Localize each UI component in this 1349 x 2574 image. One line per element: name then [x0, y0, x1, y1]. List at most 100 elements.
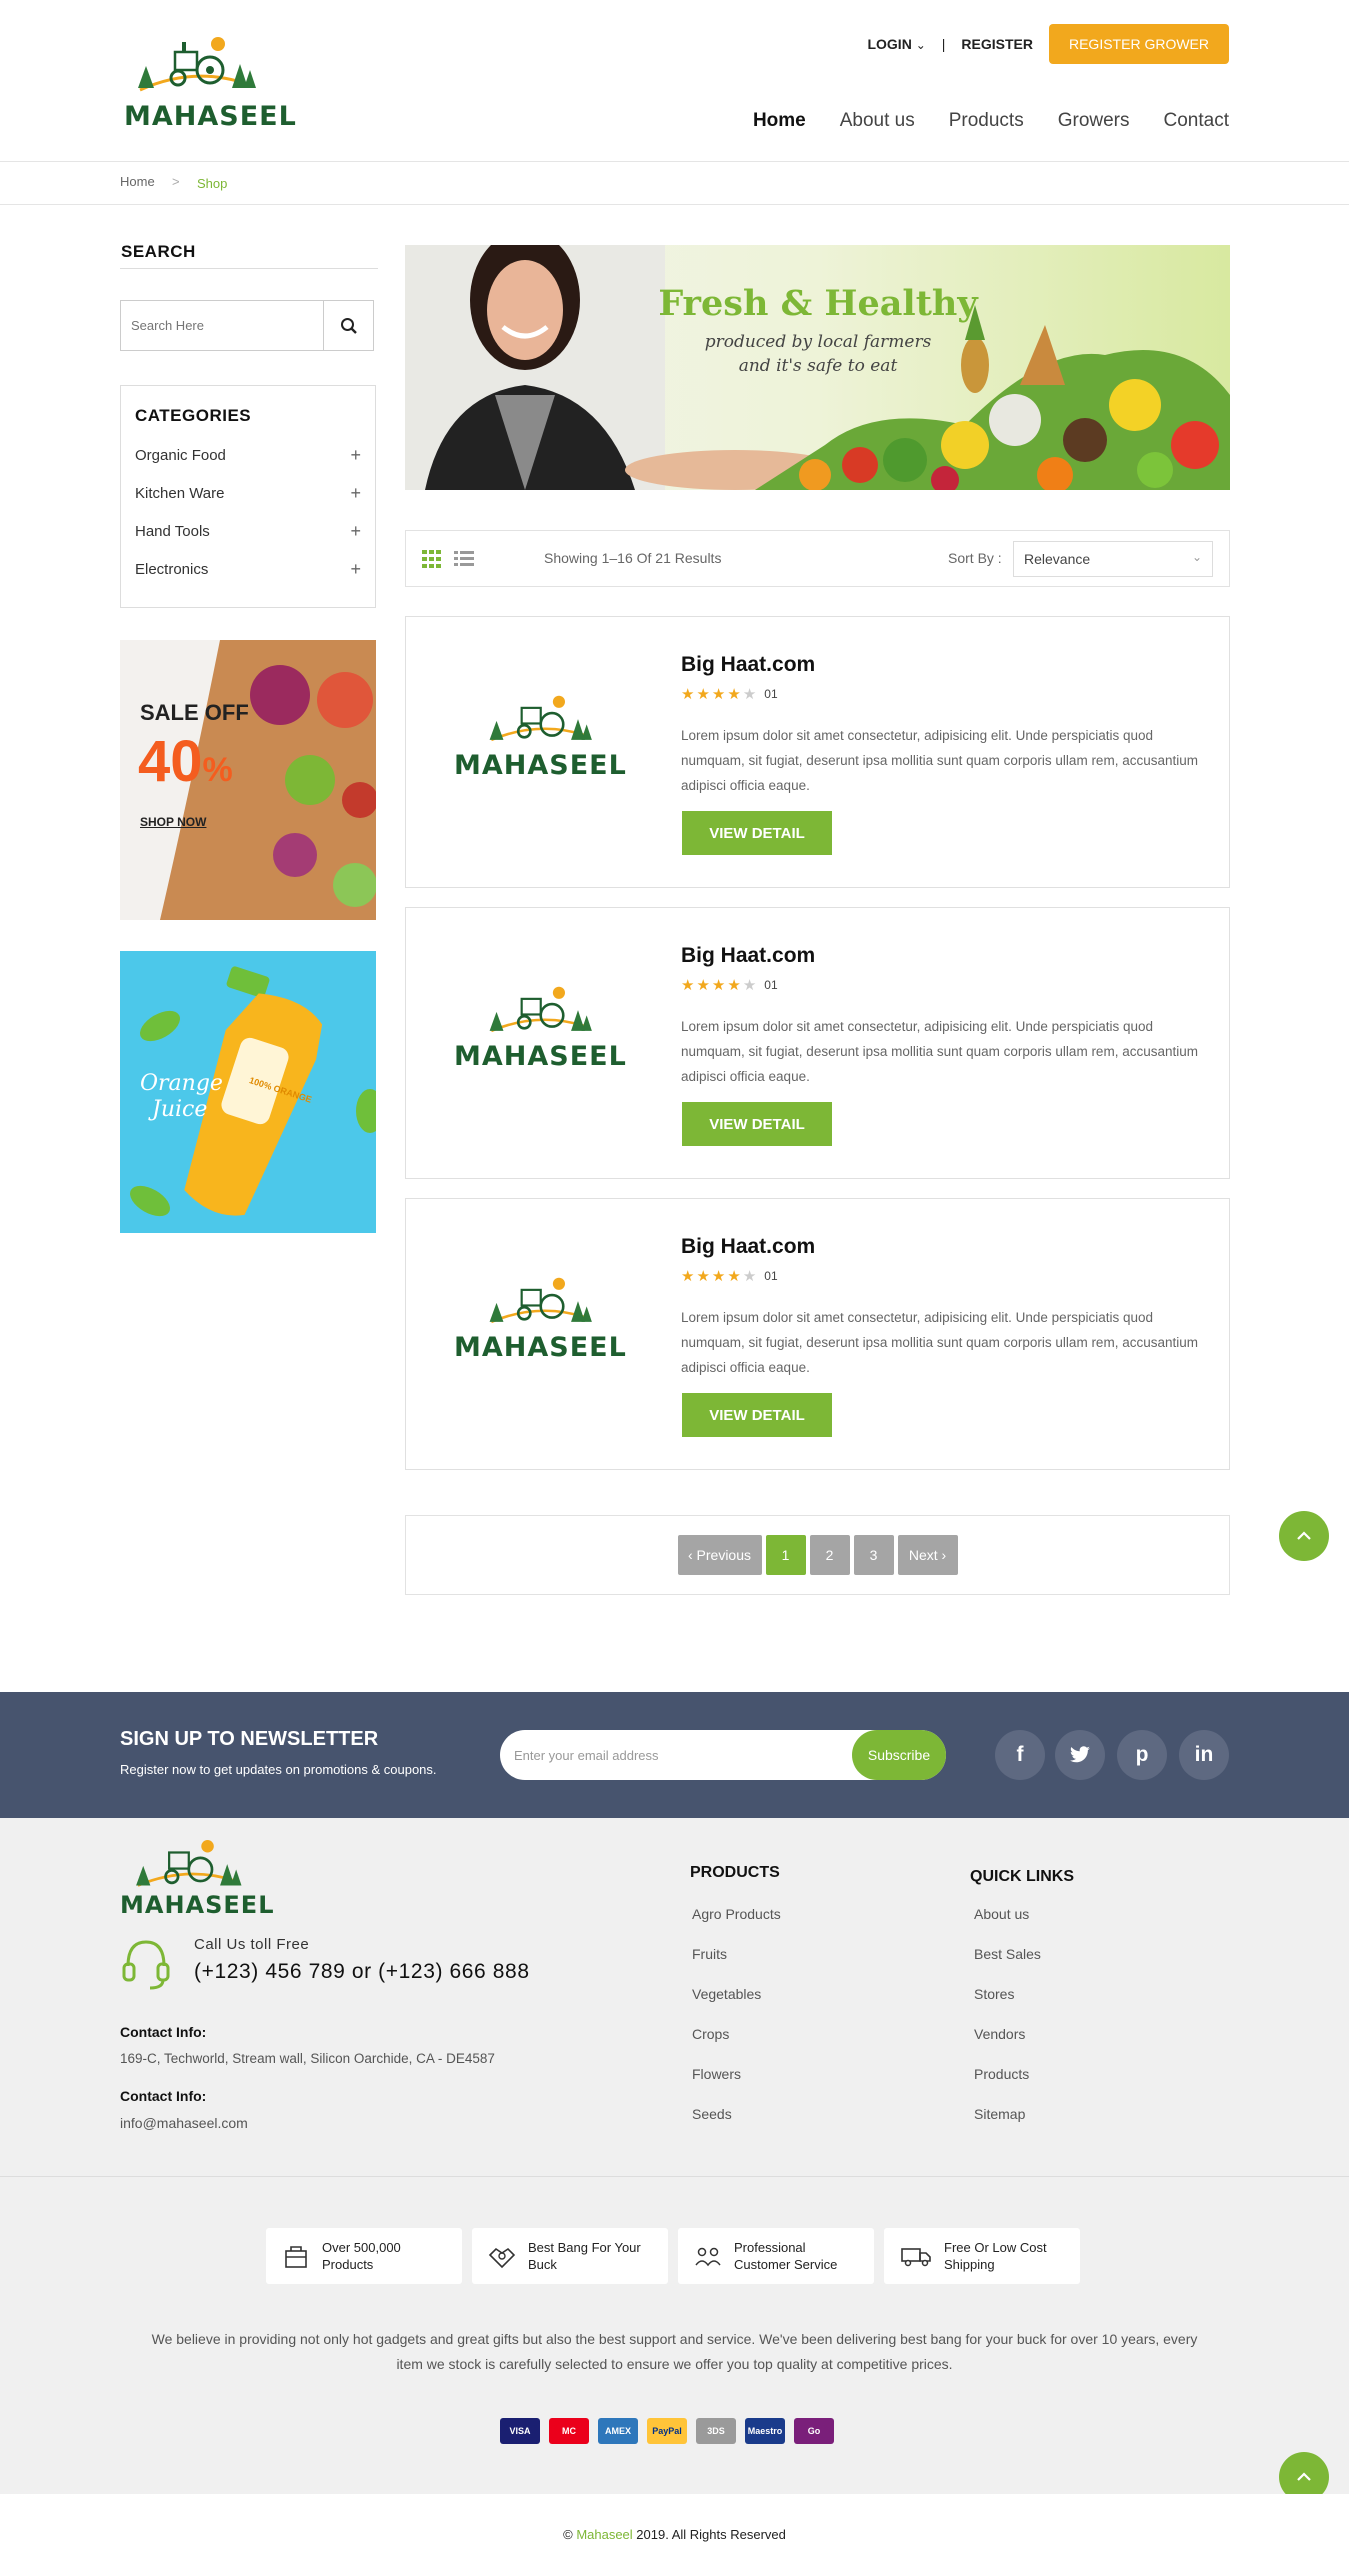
- view-detail-button[interactable]: VIEW DETAIL: [682, 811, 832, 855]
- login-link[interactable]: LOGIN ⌄: [867, 36, 925, 52]
- logo-wordmark: MAHASEEL: [454, 1332, 627, 1363]
- listing-title[interactable]: Big Haat.com: [681, 1235, 815, 1259]
- headset-icon: [122, 1940, 170, 1990]
- breadcrumb-separator: >: [172, 174, 180, 189]
- quick-links-heading: QUICK LINKS: [970, 1868, 1074, 1885]
- copyright-brand-link[interactable]: Mahaseel: [576, 2527, 632, 2542]
- next-page-button[interactable]: Next ›: [897, 1535, 958, 1575]
- category-hand-tools[interactable]: Hand Tools +: [135, 512, 361, 550]
- site-header: MAHASEEL LOGIN ⌄ | REGISTER REGISTER GRO…: [0, 0, 1349, 162]
- listing-card: MAHASEEL Big Haat.com ★ ★ ★ ★ ★ 01 Lorem ipsum d…: [405, 907, 1230, 1179]
- star-icon: ★: [727, 977, 743, 994]
- listing-title[interactable]: Big Haat.com: [681, 653, 815, 677]
- page-3-button[interactable]: 3: [853, 1535, 894, 1575]
- footer-link[interactable]: About us: [974, 1906, 1041, 1946]
- sort-select[interactable]: Relevance ⌄: [1013, 541, 1213, 577]
- star-icon: ★: [681, 686, 697, 703]
- listing-logo[interactable]: MAHASEEL: [454, 980, 626, 1072]
- footer-link[interactable]: Sitemap: [974, 2106, 1041, 2146]
- shop-now-link[interactable]: SHOP NOW: [140, 815, 206, 829]
- plus-icon[interactable]: +: [350, 559, 361, 580]
- footer-link[interactable]: Crops: [692, 2026, 781, 2066]
- nav-products[interactable]: Products: [949, 110, 1024, 132]
- listing-logo[interactable]: MAHASEEL: [454, 689, 626, 781]
- twitter-icon[interactable]: [1055, 1730, 1105, 1780]
- star-icon: ★: [681, 1268, 697, 1285]
- logo-wordmark: MAHASEEL: [124, 101, 297, 132]
- footer-link[interactable]: Seeds: [692, 2106, 781, 2146]
- listing-title[interactable]: Big Haat.com: [681, 944, 815, 968]
- search-input[interactable]: [121, 301, 323, 350]
- feature-text: Over 500,000 Products: [322, 2240, 401, 2272]
- products-links: Agro Products Fruits Vegetables Crops Fl…: [692, 1906, 781, 2146]
- subscribe-button[interactable]: Subscribe: [852, 1730, 946, 1780]
- view-detail-button[interactable]: VIEW DETAIL: [682, 1393, 832, 1437]
- sort-value: Relevance: [1024, 551, 1091, 567]
- contact-info-label: Contact Info:: [120, 2024, 207, 2040]
- pagination: ‹ Previous 1 2 3 Next ›: [405, 1515, 1230, 1595]
- footer-link[interactable]: Flowers: [692, 2066, 781, 2106]
- listing-logo[interactable]: MAHASEEL: [454, 1271, 627, 1363]
- chevron-down-icon: ⌄: [915, 38, 926, 52]
- contact-info-label: Contact Info:: [120, 2088, 207, 2104]
- plus-icon[interactable]: +: [350, 445, 361, 466]
- footer-link[interactable]: Best Sales: [974, 1946, 1041, 1986]
- footer-link[interactable]: Products: [974, 2066, 1041, 2106]
- footer-link[interactable]: Stores: [974, 1986, 1041, 2026]
- discover-icon: Go: [794, 2418, 834, 2444]
- handshake-icon: [488, 2247, 516, 2269]
- category-electronics[interactable]: Electronics +: [135, 550, 361, 588]
- footer-link[interactable]: Agro Products: [692, 1906, 781, 1946]
- linkedin-icon[interactable]: in: [1179, 1730, 1229, 1780]
- feature-text: Best Bang For Your Buck: [528, 2240, 641, 2272]
- address: 169-C, Techworld, Stream wall, Silicon O…: [120, 2051, 495, 2066]
- truck-icon: [901, 2248, 931, 2267]
- phone-number[interactable]: (+123) 456 789 or (+123) 666 888: [194, 1960, 530, 1984]
- plus-icon[interactable]: +: [350, 521, 361, 542]
- category-label: Hand Tools: [135, 522, 210, 540]
- sort-label: Sort By :: [948, 550, 1002, 566]
- newsletter-email-input[interactable]: Enter your email address Subscribe: [500, 1730, 946, 1780]
- search-button[interactable]: [323, 301, 373, 350]
- site-logo[interactable]: MAHASEEL: [120, 30, 297, 132]
- nav-about[interactable]: About us: [840, 110, 915, 132]
- nav-contact[interactable]: Contact: [1164, 110, 1229, 132]
- pinterest-icon[interactable]: p: [1117, 1730, 1167, 1780]
- category-kitchen-ware[interactable]: Kitchen Ware +: [135, 474, 361, 512]
- breadcrumb-current: Shop: [197, 176, 228, 191]
- feature-customer-service: Professional Customer Service: [678, 2228, 874, 2284]
- rating-count: 01: [764, 978, 778, 992]
- register-link[interactable]: REGISTER: [961, 36, 1033, 52]
- footer-link[interactable]: Vegetables: [692, 1986, 781, 2026]
- footer-logo[interactable]: MAHASEEL: [120, 1836, 274, 1919]
- nav-growers[interactable]: Growers: [1058, 110, 1130, 132]
- juice-label-1: Orange: [140, 1071, 223, 1096]
- chevron-up-icon: [1297, 2472, 1311, 2481]
- rating-stars: ★ ★ ★ ★ ★ 01: [681, 976, 778, 994]
- plus-icon[interactable]: +: [350, 483, 361, 504]
- back-to-top-button[interactable]: [1279, 1511, 1329, 1561]
- feature-best-bang: Best Bang For Your Buck: [472, 2228, 668, 2284]
- nav-home[interactable]: Home: [753, 110, 806, 132]
- hero-title: Fresh & Healthy: [658, 283, 978, 324]
- star-icon: ★: [742, 977, 759, 994]
- page-1-button[interactable]: 1: [765, 1535, 806, 1575]
- quick-links: About us Best Sales Stores Vendors Produ…: [974, 1906, 1041, 2146]
- prev-page-button[interactable]: ‹ Previous: [677, 1535, 762, 1575]
- juice-banner[interactable]: Orange Juice 100% ORANGE: [120, 951, 376, 1233]
- tractor-logo-icon: [489, 1277, 592, 1324]
- call-label: Call Us toll Free: [194, 1936, 310, 1953]
- breadcrumb-home[interactable]: Home: [120, 174, 155, 189]
- facebook-icon[interactable]: f: [995, 1730, 1045, 1780]
- sale-banner[interactable]: SALE OFF 40% SHOP NOW: [120, 640, 376, 920]
- register-grower-button[interactable]: REGISTER GROWER: [1048, 24, 1229, 64]
- view-detail-button[interactable]: VIEW DETAIL: [682, 1102, 832, 1146]
- main-nav: Home About us Products Growers Contact: [753, 110, 1229, 132]
- grid-view-icon[interactable]: [422, 550, 442, 568]
- footer-link[interactable]: Fruits: [692, 1946, 781, 1986]
- list-view-icon[interactable]: [454, 550, 474, 568]
- page-2-button[interactable]: 2: [809, 1535, 850, 1575]
- footer-link[interactable]: Vendors: [974, 2026, 1041, 2066]
- category-organic-food[interactable]: Organic Food +: [135, 436, 361, 474]
- email-link[interactable]: info@mahaseel.com: [120, 2115, 248, 2131]
